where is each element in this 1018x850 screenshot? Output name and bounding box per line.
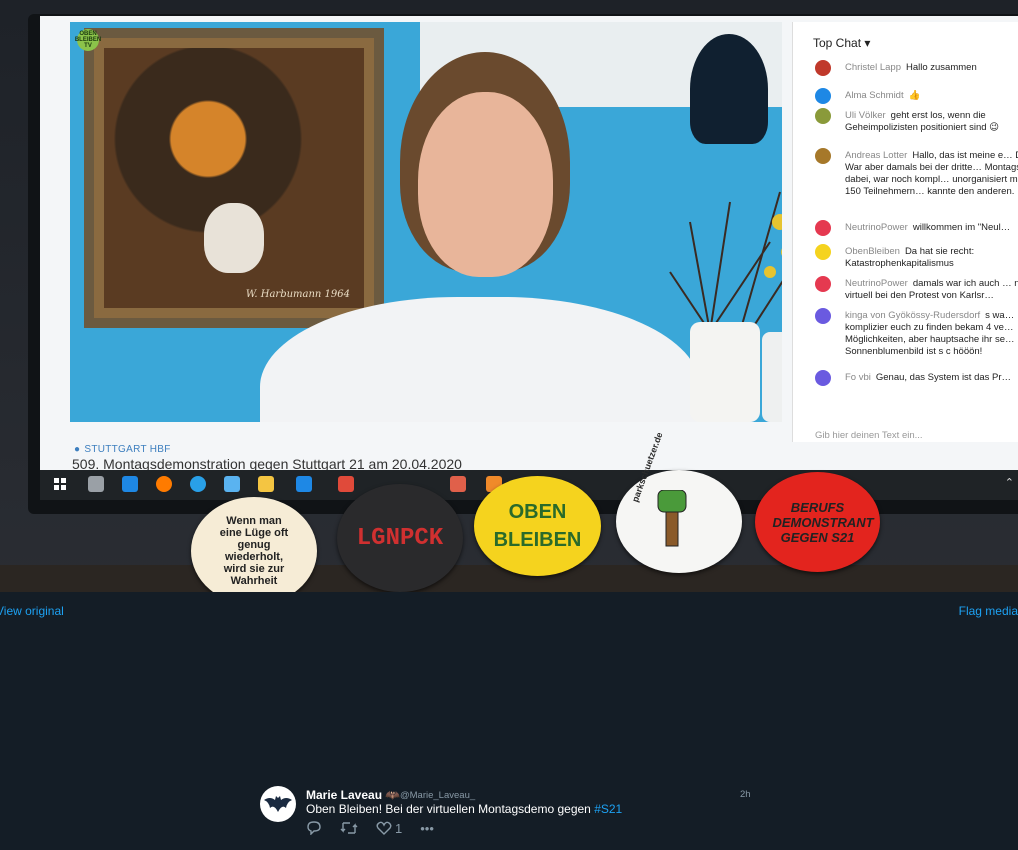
fist-icon [657,490,687,547]
flag-media-link[interactable]: Flag media [959,604,1018,618]
office-icon [450,476,466,492]
badge-berufsdemonstrant: BERUFS DEMONSTRANT GEGEN S21 [755,472,880,572]
video-frame: W. Harbumann 1964 OBEN BLEIBEN TV [70,22,782,422]
white-vase [690,322,760,422]
badge-parkschuetzer: parkschuetzer.de [616,431,742,573]
chat-input[interactable]: Gib hier deinen Text ein... [815,430,923,441]
ie-browser-icon [190,476,206,492]
chat-author[interactable]: ObenBleiben [845,246,900,257]
tweet-photo[interactable]: W. Harbumann 1964 OBEN BLEIBEN TV ● STUTT… [0,0,1018,592]
tweet-actions: 1 ••• [306,820,434,836]
chat-author[interactable]: Alma Schmidt [845,90,904,101]
chat-author[interactable]: Fo vbi [845,372,871,383]
chat-text: Hallo zusammen [905,62,977,73]
retweet-icon [340,822,358,834]
reply-button[interactable] [306,820,322,836]
speaker-person [260,52,700,422]
stream-location: ● STUTTGART HBF [74,444,171,455]
mail-icon [296,476,312,492]
wall-plate [690,34,768,144]
more-options-button[interactable]: ••• [420,820,434,836]
chat-avatar[interactable] [815,308,831,324]
tweet-author-name[interactable]: Marie Laveau 🦇 [306,788,400,802]
view-original-link[interactable]: View original [0,604,64,618]
bat-icon [264,796,292,812]
monitor-screen: W. Harbumann 1964 OBEN BLEIBEN TV ● STUTT… [40,16,1018,496]
chat-avatar[interactable] [815,88,831,104]
chat-avatar[interactable] [815,60,831,76]
chat-avatar[interactable] [815,220,831,236]
tweet: Marie Laveau 🦇 @Marie_Laveau_ 2h Oben Bl… [260,784,760,844]
chat-author[interactable]: NeutrinoPower [845,278,908,289]
chat-avatar[interactable] [815,108,831,124]
channel-logo: OBEN BLEIBEN TV [74,29,102,51]
badge-oben-bleiben: OBEN BLEIBEN [474,476,601,576]
chat-author[interactable]: Christel Lapp [845,62,901,73]
chat-avatar[interactable] [815,244,831,260]
live-chat-panel: Top Chat ▾ Christel Lapp Hallo zusammen Al… [792,22,1018,442]
white-vase-small [762,332,782,422]
chat-text: willkommen im "Neul… [912,222,1011,233]
edge-browser-icon [122,476,138,492]
more-icon: ••• [420,820,434,836]
chat-filter-dropdown[interactable]: Top Chat ▾ [813,36,870,50]
badge-lgnpck: LGNPCK [337,484,463,592]
chat-author[interactable]: Andreas Lotter [845,150,907,161]
tweet-text: Oben Bleiben! Bei der virtuellen Montags… [306,802,623,816]
chat-author[interactable]: kinga von Gyökössy-Rudersdorf [845,310,980,321]
reply-icon [307,821,321,835]
chat-avatar[interactable] [815,148,831,164]
avatar[interactable] [260,786,296,822]
dropdown-arrow-icon: ▾ [864,36,871,50]
windows-start-icon [54,478,66,490]
firefox-icon [156,476,172,492]
chat-text: Genau, das System ist das Pr… [875,372,1012,383]
tweet-author-handle[interactable]: @Marie_Laveau_ [400,790,475,801]
task-view-icon [88,476,104,492]
chat-message-list: Christel Lapp Hallo zusammen Alma Schmidt 👍… [793,60,1018,390]
app-icon [338,476,354,492]
heart-icon [376,821,392,835]
hashtag-link[interactable]: #S21 [594,802,622,816]
chat-author[interactable]: Uli Völker [845,110,886,121]
chat-avatar[interactable] [815,370,831,386]
tray-up-arrow-icon: ⌃ [1004,477,1014,489]
like-count: 1 [395,820,403,836]
chat-avatar[interactable] [815,276,831,292]
location-pin-icon: ● [74,444,81,455]
file-explorer-icon [258,476,274,492]
chat-author[interactable]: NeutrinoPower [845,222,908,233]
tweet-timestamp[interactable]: 2h [740,789,751,800]
store-icon [224,476,240,492]
chat-text: 👍 [908,90,921,101]
retweet-button[interactable] [340,820,358,836]
like-button[interactable]: 1 [376,820,402,836]
